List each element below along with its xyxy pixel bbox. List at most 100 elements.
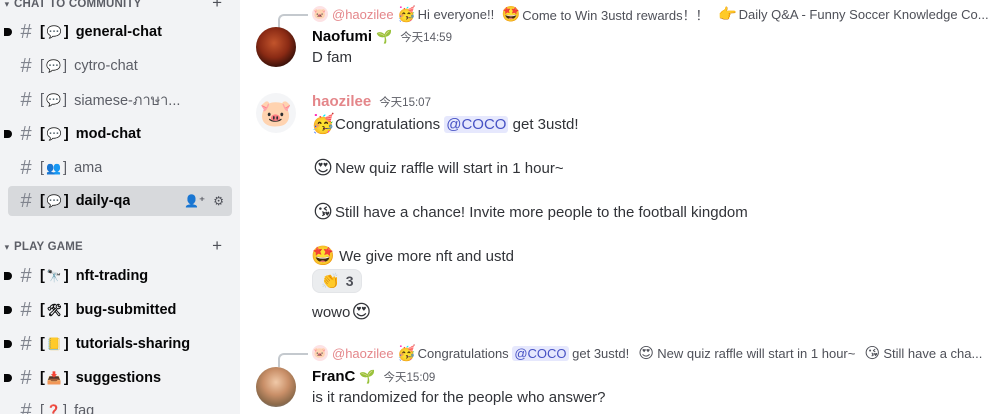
star-eyes-icon: 🤩 xyxy=(501,6,521,23)
channel-mod-chat[interactable]: # [💬] mod-chat xyxy=(4,119,232,149)
kissing-face-icon: 😘 xyxy=(313,201,333,223)
speech-bubble-icon: 💬 xyxy=(46,25,63,39)
message-line: 😘 Still have a chance! Invite more peopl… xyxy=(313,201,748,223)
heart-eyes-icon: 😍 xyxy=(638,345,655,362)
channel-sidebar: ▾ CHAT TO COMMUNITY + # [💬] general-chat… xyxy=(0,0,240,414)
user-mention[interactable]: @COCO xyxy=(444,115,509,133)
channel-label: tutorials-sharing xyxy=(75,336,191,352)
add-channel-icon[interactable]: + xyxy=(212,236,222,256)
inbox-icon: 📥 xyxy=(46,371,63,385)
gear-icon[interactable]: ⚙ xyxy=(213,194,224,208)
tools-icon: 🛠 xyxy=(46,303,63,317)
sprout-icon: 🌱 xyxy=(376,28,393,44)
hashtag-icon: # xyxy=(20,264,32,287)
party-face-icon: 🥳 xyxy=(311,114,335,135)
message-line: 🥳 Congratulations @COCO get 3ustd! xyxy=(311,114,579,135)
speech-bubble-icon: 💬 xyxy=(46,127,63,141)
channel-bug-submitted[interactable]: # [🛠] bug-submitted xyxy=(4,295,232,325)
hashtag-icon: # xyxy=(20,20,32,43)
chevron-down-icon: ▾ xyxy=(4,241,10,252)
channel-suggestions[interactable]: # [📥] suggestions xyxy=(4,363,232,393)
channel-cytro-chat[interactable]: # [💬] cytro-chat xyxy=(8,51,232,81)
create-invite-icon[interactable]: 👤⁺ xyxy=(184,194,205,208)
question-icon: ❓ xyxy=(46,404,62,414)
channel-label: siamese-ภาษา... xyxy=(74,92,181,109)
category-label: CHAT TO COMMUNITY xyxy=(14,0,142,10)
channel-label: nft-trading xyxy=(75,268,149,284)
unread-indicator xyxy=(4,272,12,280)
chevron-down-icon: ▾ xyxy=(4,0,10,9)
channel-label: daily-qa xyxy=(75,193,131,209)
timestamp: 今天15:09 xyxy=(383,371,436,384)
unread-indicator xyxy=(4,28,12,36)
locked-hashtag-icon: # xyxy=(20,122,32,145)
party-face-icon: 🥳 xyxy=(397,345,416,362)
channel-label: faq xyxy=(74,403,95,414)
speech-bubble-icon: 💬 xyxy=(46,93,62,107)
timestamp: 今天15:07 xyxy=(379,96,431,109)
channel-label: cytro-chat xyxy=(74,58,138,74)
hashtag-icon: # xyxy=(20,366,32,389)
reply-preview[interactable]: 🐷 @haozilee 🥳 Hi everyone!! 🤩 Come to Wi… xyxy=(278,5,989,28)
star-eyes-icon: 🤩 xyxy=(311,246,335,267)
clapping-hands-icon: 👏 xyxy=(321,273,340,290)
hashtag-icon: # xyxy=(20,399,32,414)
add-channel-icon[interactable]: + xyxy=(212,0,222,13)
channel-label: general-chat xyxy=(75,24,162,40)
channel-daily-qa[interactable]: # [💬] daily-qa 👤⁺ ⚙ xyxy=(8,186,232,216)
notebook-icon: 📒 xyxy=(46,337,63,351)
people-icon: 👥 xyxy=(46,161,62,175)
channel-tutorials-sharing[interactable]: # [📒] tutorials-sharing xyxy=(4,329,232,359)
hashtag-icon: # xyxy=(20,298,32,321)
reply-preview[interactable]: 🐷 @haozilee 🥳 Congratulations @COCO get … xyxy=(278,344,982,367)
kissing-face-icon: 😘 xyxy=(864,345,881,362)
heart-eyes-icon: 😍 xyxy=(351,301,372,323)
channel-general-chat[interactable]: # [💬] general-chat xyxy=(4,17,232,47)
reply-author[interactable]: @haozilee xyxy=(332,7,394,22)
pointing-hand-icon: 👉 xyxy=(718,6,737,23)
binoculars-icon: 🔭 xyxy=(46,269,63,283)
hashtag-icon: # xyxy=(20,54,32,77)
channel-faq[interactable]: # [❓] faq xyxy=(8,396,232,414)
avatar-naofumi[interactable] xyxy=(256,27,296,67)
channel-nft-trading[interactable]: # [🔭] nft-trading xyxy=(4,261,232,291)
heart-eyes-icon: 😍 xyxy=(313,157,333,179)
category-label: PLAY GAME xyxy=(14,241,83,253)
unread-indicator xyxy=(4,130,12,138)
reaction-count: 3 xyxy=(345,273,354,289)
author-name[interactable]: Naofumi xyxy=(312,28,372,45)
pig-avatar-icon: 🐷 xyxy=(312,345,328,361)
category-chat-to-community[interactable]: ▾ CHAT TO COMMUNITY xyxy=(0,0,142,12)
reply-author[interactable]: @haozilee xyxy=(332,346,394,361)
message-text: is it randomized for the people who answ… xyxy=(312,389,606,406)
message-line: wowo 😍 xyxy=(312,301,372,323)
channel-siamese[interactable]: # [💬] siamese-ภาษา... xyxy=(8,85,232,115)
timestamp: 今天14:59 xyxy=(400,31,452,44)
channel-label: ama xyxy=(74,160,103,176)
message-line: 🤩 We give more nft and ustd xyxy=(311,246,514,267)
category-play-game[interactable]: ▾ PLAY GAME xyxy=(0,239,83,255)
user-mention[interactable]: @COCO xyxy=(512,345,569,361)
speech-bubble-icon: 💬 xyxy=(46,59,62,73)
reaction-clap[interactable]: 👏 3 xyxy=(312,269,363,293)
speech-bubble-icon: 💬 xyxy=(46,194,63,208)
unread-indicator xyxy=(4,374,12,382)
hashtag-icon: # xyxy=(20,332,32,355)
author-name[interactable]: FranC xyxy=(312,368,355,385)
avatar-haozilee[interactable]: 🐷 xyxy=(256,93,296,133)
pig-avatar-icon: 🐷 xyxy=(312,6,328,22)
hashtag-icon: # xyxy=(20,189,32,212)
sprout-icon: 🌱 xyxy=(359,368,376,384)
channel-ama[interactable]: # [👥] ama xyxy=(8,153,232,183)
message-line: 😍 New quiz raffle will start in 1 hour~ xyxy=(313,157,564,179)
channel-label: mod-chat xyxy=(75,126,141,142)
message-list: 🐷 @haozilee 🥳 Hi everyone!! 🤩 Come to Wi… xyxy=(240,0,997,414)
channel-label: suggestions xyxy=(75,370,162,386)
author-name[interactable]: haozilee xyxy=(312,93,371,110)
message-text: D fam xyxy=(312,49,353,66)
unread-indicator xyxy=(4,306,12,314)
channel-label: bug-submitted xyxy=(75,302,177,318)
hashtag-icon: # xyxy=(20,88,32,111)
avatar-franc[interactable] xyxy=(256,367,296,407)
unread-indicator xyxy=(4,340,12,348)
